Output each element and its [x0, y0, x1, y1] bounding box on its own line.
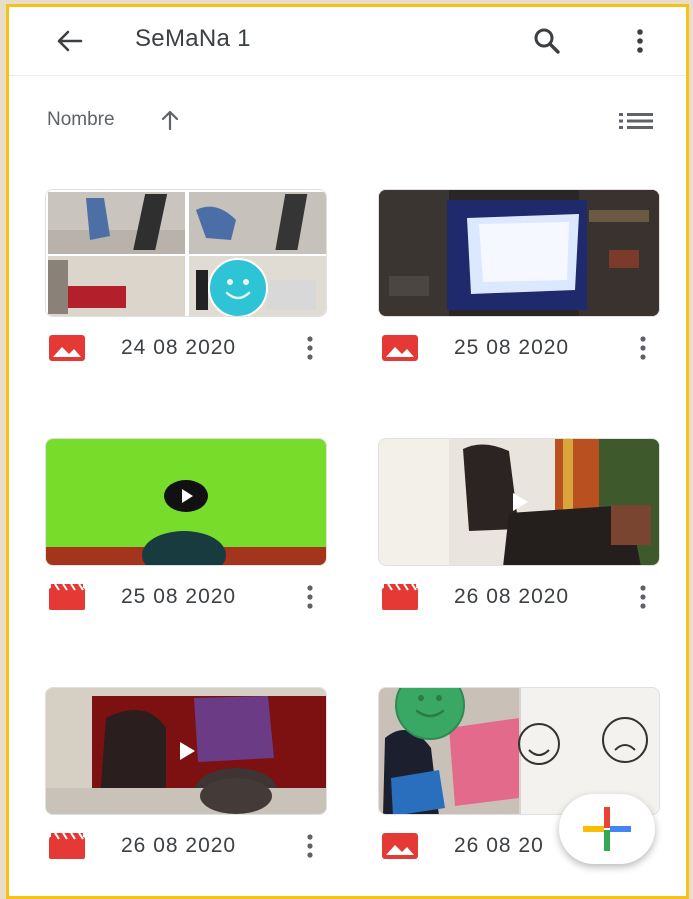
- file-card[interactable]: 25 08 2020: [45, 438, 327, 628]
- file-name: 26 08 20: [454, 834, 544, 857]
- file-meta: 24 08 2020: [45, 329, 327, 369]
- file-card[interactable]: 24 08 2020: [45, 189, 327, 379]
- more-vert-icon[interactable]: [634, 333, 652, 363]
- video-file-icon: [382, 584, 418, 610]
- thumbnail-image[interactable]: [378, 189, 660, 317]
- sort-label[interactable]: Nombre: [47, 109, 115, 131]
- drive-folder-screen: SeMaNa 1 Nombre 24 08 2020 25 08 2020 25…: [9, 7, 686, 896]
- file-meta: 26 08 2020: [45, 827, 327, 867]
- thumbnail-collage[interactable]: [45, 189, 327, 317]
- file-meta: 25 08 2020: [378, 329, 660, 369]
- image-file-icon: [382, 335, 418, 361]
- sort-bar: Nombre: [9, 97, 686, 141]
- file-card[interactable]: 25 08 2020: [378, 189, 660, 379]
- arrow-upward-icon[interactable]: [159, 108, 181, 132]
- file-meta: 26 08 2020: [378, 578, 660, 618]
- image-file-icon: [49, 335, 85, 361]
- thumbnail-video[interactable]: [378, 438, 660, 566]
- app-bar: SeMaNa 1: [9, 7, 686, 76]
- play-icon: [180, 742, 195, 760]
- list-view-icon[interactable]: [617, 109, 655, 133]
- play-icon: [513, 493, 528, 511]
- file-name: 24 08 2020: [121, 336, 237, 359]
- image-file-icon: [382, 833, 418, 859]
- file-name: 26 08 2020: [454, 585, 570, 608]
- smiley-sticker: [208, 258, 268, 316]
- file-name: 25 08 2020: [454, 336, 570, 359]
- file-card[interactable]: 26 08 2020: [378, 438, 660, 628]
- screen-frame: SeMaNa 1 Nombre 24 08 2020 25 08 2020 25…: [6, 4, 689, 899]
- folder-title: SeMaNa 1: [135, 25, 251, 52]
- new-fab-button[interactable]: [559, 794, 655, 864]
- file-name: 26 08 2020: [121, 834, 237, 857]
- more-vert-icon[interactable]: [301, 333, 319, 363]
- file-card[interactable]: 26 08 2020: [45, 687, 327, 877]
- more-vert-icon[interactable]: [301, 582, 319, 612]
- arrow-back-icon[interactable]: [51, 23, 87, 59]
- thumbnail-video[interactable]: [45, 438, 327, 566]
- smiley-sticker: [395, 688, 465, 740]
- video-file-icon: [49, 833, 85, 859]
- more-vert-icon[interactable]: [634, 582, 652, 612]
- plus-icon: [583, 807, 631, 851]
- search-icon[interactable]: [529, 23, 565, 59]
- more-vert-icon[interactable]: [301, 831, 319, 861]
- video-file-icon: [49, 584, 85, 610]
- play-icon: [164, 479, 208, 512]
- thumbnail-video[interactable]: [45, 687, 327, 815]
- file-name: 25 08 2020: [121, 585, 237, 608]
- more-vert-icon[interactable]: [625, 23, 655, 59]
- file-meta: 25 08 2020: [45, 578, 327, 618]
